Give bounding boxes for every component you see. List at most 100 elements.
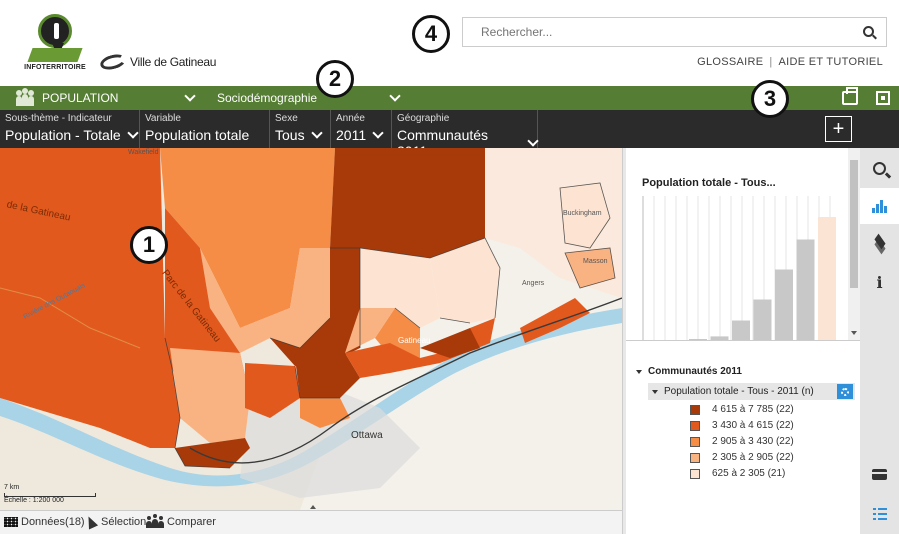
- map-scale: 7 km Échelle : 1:200 000: [4, 484, 96, 505]
- filter-value: Population totale: [145, 127, 250, 143]
- filter-indicator[interactable]: Sous-thème - Indicateur Population - Tot…: [0, 110, 140, 148]
- map-label-buckingham: Buckingham: [563, 210, 602, 217]
- glossary-link[interactable]: GLOSSAIRE: [697, 56, 763, 68]
- bar-chart: [642, 196, 836, 341]
- choropleth-map[interactable]: Ottawa Gatineau Buckingham Masson Angers…: [0, 148, 622, 510]
- filter-geography[interactable]: Géographie Communautés 2011: [392, 110, 539, 159]
- scrollbar-thumb[interactable]: [850, 160, 858, 288]
- map-label-wakefield: Wakefield: [128, 149, 159, 156]
- chart-bar[interactable]: [753, 299, 772, 341]
- add-map-button[interactable]: +: [825, 116, 852, 142]
- filter-value: Tous: [275, 127, 305, 143]
- map-pin-icon: [38, 14, 72, 57]
- chart-bar[interactable]: [775, 269, 793, 341]
- map-label-masson: Masson: [583, 258, 608, 265]
- expand-triangle-icon[interactable]: [636, 369, 642, 374]
- legend-layer[interactable]: Population totale - Tous - 2011 (n): [648, 383, 855, 400]
- infoterritoire-logo[interactable]: INFOTERRITOIRE: [20, 14, 90, 74]
- legend-panel: Communautés 2011 Population totale - Tou…: [626, 342, 860, 534]
- filter-variable[interactable]: Variable Population totale: [140, 110, 270, 148]
- subtheme-chevron-down-icon[interactable]: [389, 90, 401, 102]
- data-table-button[interactable]: Données(18): [4, 516, 85, 528]
- search-box: [462, 17, 887, 47]
- print-icon[interactable]: [842, 87, 858, 105]
- info-icon: i: [876, 272, 883, 292]
- chart-tool-button[interactable]: [860, 188, 899, 224]
- map-label-angers: Angers: [522, 280, 545, 287]
- legend-swatch: [690, 468, 700, 479]
- callout-4: 4: [412, 15, 450, 53]
- subtheme-label: Sociodémographie: [217, 91, 318, 105]
- filter-label: Sous-thème - Indicateur: [5, 113, 112, 124]
- chart-bar[interactable]: [732, 320, 750, 341]
- legend-class-label: 2 305 à 2 905 (22): [712, 452, 794, 463]
- legend-class-row[interactable]: 2 305 à 2 905 (22): [690, 452, 794, 463]
- search-icon[interactable]: [863, 26, 874, 37]
- scroll-down-icon[interactable]: [851, 331, 857, 335]
- cursor-icon: [83, 514, 99, 530]
- search-input[interactable]: [463, 18, 853, 46]
- table-icon: [4, 517, 18, 527]
- callout-2: 2: [316, 60, 354, 98]
- city-logo[interactable]: Ville de Gatineau: [98, 51, 216, 73]
- legend-swatch: [690, 404, 700, 415]
- chart-bar[interactable]: [796, 239, 815, 341]
- chart-panel: Population totale - Tous...: [626, 148, 860, 341]
- legend-root-label: Communautés 2011: [648, 366, 742, 377]
- chart-bar[interactable]: [689, 339, 707, 340]
- legend-class-row[interactable]: 3 430 à 4 615 (22): [690, 420, 794, 431]
- legend-class-row[interactable]: 625 à 2 305 (21): [690, 468, 785, 479]
- card-icon: [872, 468, 887, 480]
- filter-label: Variable: [145, 113, 181, 124]
- legend-swatch: [690, 436, 700, 447]
- collapse-up-icon[interactable]: [310, 505, 316, 509]
- theme-selector[interactable]: POPULATION: [16, 86, 118, 110]
- legend-swatch: [690, 420, 700, 431]
- search-tool-button[interactable]: [860, 150, 899, 186]
- theme-chevron-down-icon[interactable]: [184, 90, 196, 102]
- legend-class-label: 2 905 à 3 430 (22): [712, 436, 794, 447]
- info-tool-button[interactable]: i: [860, 264, 899, 300]
- side-toolbar: i: [860, 148, 899, 534]
- legend-tool-button[interactable]: [860, 496, 899, 532]
- map-canvas[interactable]: [0, 148, 622, 510]
- filter-sex[interactable]: Sexe Tous: [270, 110, 331, 148]
- expand-triangle-icon[interactable]: [652, 389, 658, 394]
- chevron-down-icon: [372, 126, 384, 139]
- search-icon: [873, 161, 886, 175]
- help-link[interactable]: AIDE ET TUTORIEL: [779, 56, 883, 68]
- selection-button[interactable]: Sélection: [83, 514, 147, 530]
- chart-bar[interactable]: [710, 336, 729, 340]
- compare-button[interactable]: Comparer: [146, 514, 216, 528]
- legend-class-label: 625 à 2 305 (21): [712, 468, 786, 479]
- layer-settings-button[interactable]: [837, 384, 853, 399]
- filter-value: Population - Totale: [5, 127, 121, 143]
- compare-people-icon: [146, 514, 164, 528]
- callout-1: 1: [130, 226, 168, 264]
- legend-class-label: 4 615 à 7 785 (22): [712, 404, 794, 415]
- selection-label: Sélection: [101, 516, 147, 528]
- layers-icon: [873, 233, 887, 255]
- filter-value: 2011: [336, 127, 367, 143]
- legend-class-row[interactable]: 2 905 à 3 430 (22): [690, 436, 794, 447]
- map-label-gatineau: Gatineau: [398, 336, 431, 345]
- compare-label: Comparer: [167, 516, 216, 528]
- bar-chart-icon: [872, 199, 887, 213]
- list-icon: [872, 508, 887, 520]
- legend-class-row[interactable]: 4 615 à 7 785 (22): [690, 404, 794, 415]
- chart-scrollbar[interactable]: [848, 148, 860, 340]
- theme-label: POPULATION: [42, 91, 119, 105]
- population-icon: [16, 88, 34, 106]
- card-tool-button[interactable]: [860, 456, 899, 492]
- filter-year[interactable]: Année 2011: [331, 110, 392, 148]
- filter-label: Sexe: [275, 113, 298, 124]
- chevron-down-icon: [310, 126, 323, 139]
- legend-root[interactable]: Communautés 2011: [636, 366, 742, 377]
- subtheme-selector[interactable]: Sociodémographie: [217, 86, 317, 110]
- legend-layer-label: Population totale - Tous - 2011 (n): [664, 386, 814, 397]
- layers-tool-button[interactable]: [860, 226, 899, 262]
- callout-3: 3: [751, 80, 789, 118]
- fullscreen-icon[interactable]: [876, 91, 890, 105]
- chart-bar[interactable]: [818, 217, 836, 340]
- map-label-ottawa: Ottawa: [351, 430, 383, 441]
